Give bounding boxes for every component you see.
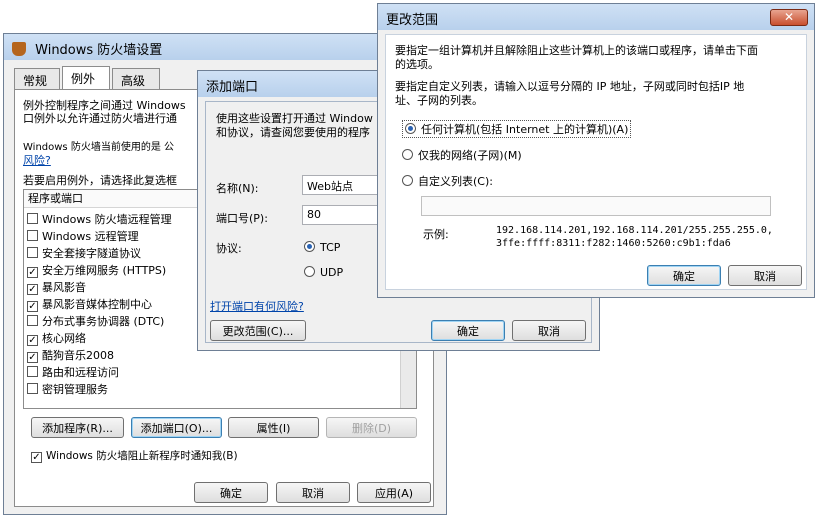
udp-radio[interactable] bbox=[304, 266, 315, 277]
add-port-button[interactable]: 添加端口(O)... bbox=[131, 417, 222, 438]
add-port-ok-button[interactable]: 确定 bbox=[431, 320, 505, 341]
exception-checkbox[interactable] bbox=[27, 315, 38, 326]
exception-checkbox[interactable] bbox=[27, 383, 38, 394]
exception-label: 核心网络 bbox=[42, 332, 86, 345]
scope-cancel-button[interactable]: 取消 bbox=[728, 265, 802, 286]
subnet-radio-row[interactable]: 仅我的网络(子网)(M) bbox=[402, 147, 522, 163]
exception-checkbox[interactable]: ✓ bbox=[27, 352, 38, 363]
tab-exceptions[interactable]: 例外 bbox=[62, 66, 110, 89]
change-scope-window: 更改范围 ✕ 要指定一组计算机并且解除阻止这些计算机上的该端口或程序，请单击下面… bbox=[377, 3, 815, 298]
exception-label: 密钥管理服务 bbox=[42, 383, 108, 396]
exception-label: 安全万维网服务 (HTTPS) bbox=[42, 264, 167, 277]
add-port-cancel-button[interactable]: 取消 bbox=[512, 320, 586, 341]
exception-label: 暴风影音 bbox=[42, 281, 86, 294]
notify-checkbox-row[interactable]: ✓ Windows 防火墙阻止新程序时通知我(B) bbox=[31, 448, 238, 463]
firewall-apply-button[interactable]: 应用(A) bbox=[357, 482, 431, 503]
close-icon[interactable]: ✕ bbox=[770, 9, 808, 26]
exception-checkbox[interactable] bbox=[27, 230, 38, 241]
tcp-radio[interactable] bbox=[304, 241, 315, 252]
delete-button[interactable]: 删除(D) bbox=[326, 417, 417, 438]
add-port-desc-2: 和协议，请查阅您要使用的程序 bbox=[216, 126, 370, 139]
exception-checkbox[interactable]: ✓ bbox=[27, 301, 38, 312]
exception-label: 分布式事务协调器 (DTC) bbox=[42, 315, 165, 328]
firewall-ok-button[interactable]: 确定 bbox=[194, 482, 268, 503]
tcp-radio-row[interactable]: TCP bbox=[304, 241, 340, 254]
port-risk-link[interactable]: 打开端口有何风险? bbox=[210, 298, 304, 314]
scope-ok-button[interactable]: 确定 bbox=[647, 265, 721, 286]
port-label: 端口号(P): bbox=[216, 212, 268, 225]
firewall-shield-icon bbox=[12, 42, 26, 56]
intro-line-2: 口例外以允许通过防火墙进行通 bbox=[23, 112, 177, 125]
example-label: 示例: bbox=[423, 228, 449, 241]
scope-desc2-line2: 址、子网的列表。 bbox=[395, 94, 483, 107]
custom-label: 自定义列表(C): bbox=[418, 175, 493, 188]
list-item[interactable]: 路由和远程访问 bbox=[24, 364, 398, 381]
exception-label: Windows 防火墙远程管理 bbox=[42, 213, 172, 226]
exception-label: 安全套接字隧道协议 bbox=[42, 247, 141, 260]
exception-checkbox[interactable] bbox=[27, 213, 38, 224]
exception-label: 酷狗音乐2008 bbox=[42, 349, 114, 362]
exception-checkbox[interactable]: ✓ bbox=[27, 267, 38, 278]
exception-checkbox[interactable]: ✓ bbox=[27, 284, 38, 295]
tcp-label: TCP bbox=[320, 241, 341, 254]
tab-general[interactable]: 常规 bbox=[14, 68, 60, 89]
change-scope-client: 要指定一组计算机并且解除阻止这些计算机上的该端口或程序，请单击下面 的选项。 要… bbox=[385, 34, 807, 290]
notify-checkbox[interactable]: ✓ bbox=[31, 452, 42, 463]
list-item[interactable]: 密钥管理服务 bbox=[24, 381, 398, 398]
exception-checkbox[interactable] bbox=[27, 247, 38, 258]
add-port-title: 添加端口 bbox=[206, 80, 259, 95]
any-computer-radio-row[interactable]: 任何计算机(包括 Internet 上的计算机)(A) bbox=[402, 120, 632, 138]
add-program-button[interactable]: 添加程序(R)... bbox=[31, 417, 124, 438]
scope-desc1-line1: 要指定一组计算机并且解除阻止这些计算机上的该端口或程序，请单击下面 bbox=[395, 44, 758, 57]
exception-label: 路由和远程访问 bbox=[42, 366, 119, 379]
exception-checkbox[interactable] bbox=[27, 366, 38, 377]
firewall-risk-link[interactable]: 风险? bbox=[23, 152, 51, 168]
firewall-cancel-button[interactable]: 取消 bbox=[276, 482, 350, 503]
subnet-label: 仅我的网络(子网)(M) bbox=[418, 149, 522, 162]
tab-advanced[interactable]: 高级 bbox=[112, 68, 160, 89]
exception-label: 暴风影音媒体控制中心 bbox=[42, 298, 152, 311]
any-computer-radio[interactable] bbox=[405, 123, 416, 134]
custom-radio-row[interactable]: 自定义列表(C): bbox=[402, 173, 493, 189]
subnet-radio[interactable] bbox=[402, 149, 413, 160]
name-label: 名称(N): bbox=[216, 182, 259, 195]
change-scope-titlebar[interactable]: 更改范围 ✕ bbox=[378, 4, 814, 30]
enable-line: 若要启用例外，请选择此复选框 bbox=[23, 174, 177, 187]
exception-label: Windows 远程管理 bbox=[42, 230, 139, 243]
scope-desc1-line2: 的选项。 bbox=[395, 58, 439, 71]
properties-button[interactable]: 属性(I) bbox=[228, 417, 319, 438]
change-scope-button[interactable]: 更改范围(C)... bbox=[210, 320, 306, 341]
udp-radio-row[interactable]: UDP bbox=[304, 266, 343, 279]
custom-list-input[interactable] bbox=[421, 196, 771, 216]
firewall-title: Windows 防火墙设置 bbox=[35, 43, 163, 58]
current-profile-line: Windows 防火墙当前使用的是 公 bbox=[23, 142, 174, 153]
example-line-1: 192.168.114.201,192.168.114.201/255.255.… bbox=[496, 225, 773, 236]
udp-label: UDP bbox=[320, 266, 344, 279]
change-scope-title: 更改范围 bbox=[386, 13, 439, 28]
notify-label: Windows 防火墙阻止新程序时通知我(B) bbox=[46, 450, 238, 462]
any-computer-label: 任何计算机(包括 Internet 上的计算机)(A) bbox=[421, 123, 629, 136]
example-line-2: 3ffe:ffff:8311:f282:1460:5260:c9b1:fda6 bbox=[496, 238, 731, 249]
exception-checkbox[interactable]: ✓ bbox=[27, 335, 38, 346]
protocol-label: 协议: bbox=[216, 242, 242, 255]
custom-radio[interactable] bbox=[402, 175, 413, 186]
